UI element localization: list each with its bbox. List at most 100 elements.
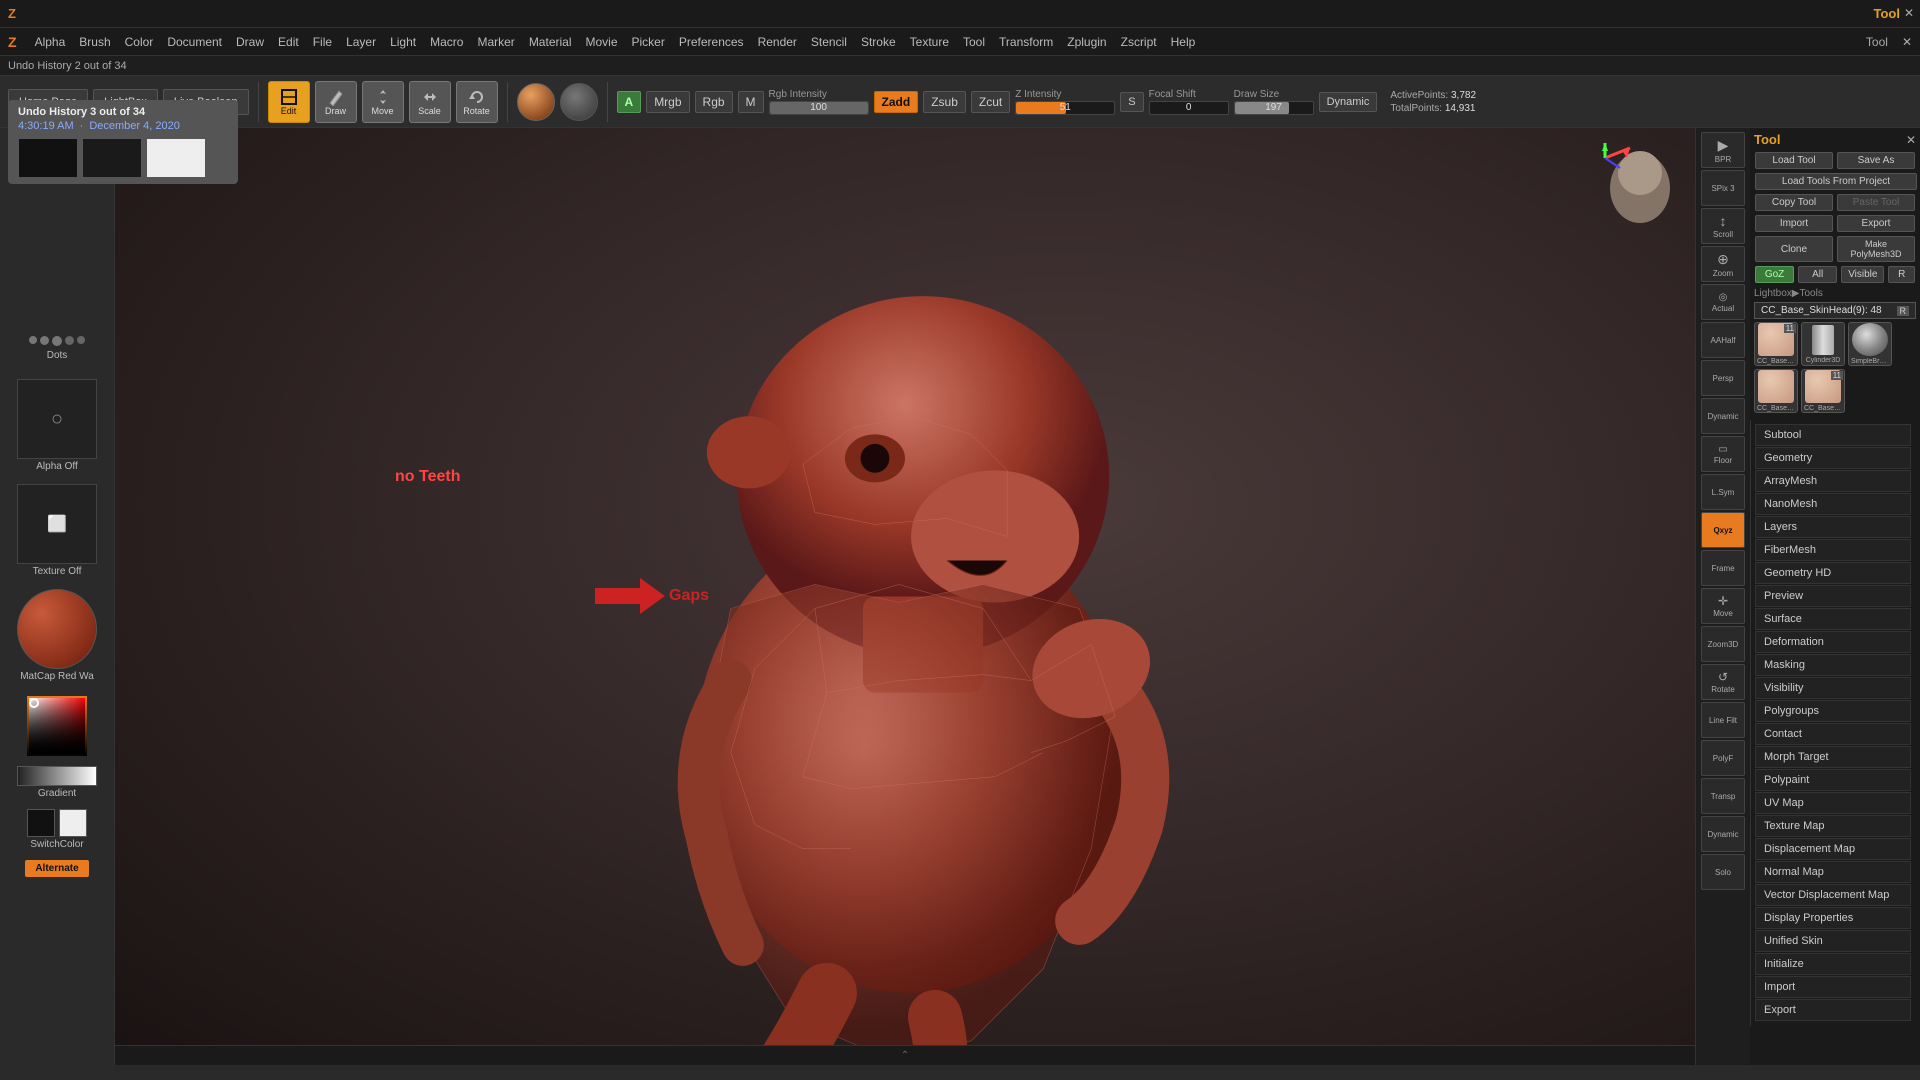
vector-displacement-btn[interactable]: Vector Displacement Map [1755,884,1911,906]
color-picker[interactable] [27,696,87,756]
polypaint-btn[interactable]: Polypaint [1755,769,1911,791]
menu-document[interactable]: Document [167,35,222,49]
make-polymesh-btn[interactable]: Make PolyMesh3D [1837,236,1915,262]
menu-draw[interactable]: Draw [236,35,264,49]
r-btn[interactable]: R [1888,266,1915,283]
actual-btn[interactable]: ◎ Actual [1701,284,1745,320]
deformation-btn[interactable]: Deformation [1755,631,1911,653]
tool-close-icon[interactable]: ✕ [1906,133,1916,147]
geometry-btn[interactable]: Geometry [1755,447,1911,469]
alternate-btn[interactable]: Alternate [25,860,88,877]
uv-map-btn[interactable]: UV Map [1755,792,1911,814]
menu-item-tool[interactable]: Tool [1874,6,1900,21]
edit-btn[interactable]: Edit [268,81,310,123]
undo-thumb-dark[interactable] [18,138,78,178]
draw-btn[interactable]: Draw [315,81,357,123]
undo-thumb-mid[interactable] [82,138,115,178]
menu-zscript[interactable]: Zscript [1121,35,1157,49]
dynamic2-btn[interactable]: Dynamic [1701,816,1745,852]
frame-btn[interactable]: Frame [1701,550,1745,586]
matcap-swatch[interactable] [17,589,97,669]
menu-render[interactable]: Render [758,35,797,49]
floor-btn[interactable]: ▭ Floor [1701,436,1745,472]
focal-shift-slider[interactable]: 0 [1149,101,1229,115]
rgb-intensity-slider[interactable]: 100 [769,101,869,115]
line-filt-btn[interactable]: Line Filt [1701,702,1745,738]
import-tool-btn[interactable]: Import [1755,976,1911,998]
move-side-btn[interactable]: ✛ Move [1701,588,1745,624]
menu-transform[interactable]: Transform [999,35,1053,49]
menu-brush[interactable]: Brush [79,35,110,49]
menu-expand-icon[interactable]: ✕ [1904,6,1914,20]
copy-tool-btn[interactable]: Copy Tool [1755,194,1833,211]
dynamic-side-btn[interactable]: Dynamic [1701,398,1745,434]
xyz-btn[interactable]: Qxyz [1701,512,1745,548]
menu-stroke[interactable]: Stroke [861,35,896,49]
menu-file[interactable]: File [313,35,332,49]
menu-preferences[interactable]: Preferences [679,35,744,49]
active-tool-display[interactable]: CC_Base_SkinHead(9): 48 R [1754,302,1916,319]
bpr-btn[interactable]: ▶ BPR [1701,132,1745,168]
import-btn[interactable]: Import [1755,215,1833,232]
unified-skin-btn[interactable]: Unified Skin [1755,930,1911,952]
transp-btn[interactable]: Transp [1701,778,1745,814]
visible-btn[interactable]: Visible [1841,266,1884,283]
window-close[interactable]: ✕ [1902,35,1912,49]
brush-dot-preview[interactable] [22,336,92,346]
mrgb-btn[interactable]: Mrgb [646,91,689,113]
switch-color-dark[interactable] [27,809,55,837]
visibility-btn[interactable]: Visibility [1755,677,1911,699]
rgb-btn[interactable]: Rgb [695,91,733,113]
zoom3d-btn[interactable]: Zoom3D [1701,626,1745,662]
nanomesh-btn[interactable]: NanoMesh [1755,493,1911,515]
menu-help[interactable]: Help [1171,35,1196,49]
menu-movie[interactable]: Movie [586,35,618,49]
rotate-side-btn[interactable]: ↺ Rotate [1701,664,1745,700]
fibermesh-btn[interactable]: FiberMesh [1755,539,1911,561]
menu-material[interactable]: Material [529,35,572,49]
move-btn[interactable]: Move [362,81,404,123]
zadd-btn[interactable]: Zadd [874,91,919,113]
surface-btn[interactable]: Surface [1755,608,1911,630]
polygroups-btn[interactable]: Polygroups [1755,700,1911,722]
tool-thumb-1[interactable]: 11 CC_Base_SkinHe [1754,322,1798,366]
texture-swatch[interactable]: ⬜ [17,484,97,564]
scale-btn[interactable]: Scale [409,81,451,123]
persp-btn[interactable]: Persp [1701,360,1745,396]
menu-tool[interactable]: Tool [963,35,985,49]
draw-size-slider[interactable]: 197 [1234,101,1314,115]
tool-thumb-2[interactable]: Cylinder3D [1801,322,1845,366]
zsub-btn[interactable]: Zsub [923,91,966,113]
z-intensity-slider[interactable]: 51 [1015,101,1115,115]
a-btn[interactable]: A [617,91,642,113]
dynamic-btn[interactable]: Dynamic [1319,92,1378,112]
load-tools-project-btn[interactable]: Load Tools From Project [1755,173,1917,190]
masking-btn[interactable]: Masking [1755,654,1911,676]
menu-marker[interactable]: Marker [477,35,514,49]
rotate-btn[interactable]: Rotate [456,81,498,123]
polyf-btn[interactable]: PolyF [1701,740,1745,776]
alpha-swatch[interactable]: ○ [17,379,97,459]
initialize-btn[interactable]: Initialize [1755,953,1911,975]
menu-macro[interactable]: Macro [430,35,463,49]
tool-thumb-5[interactable]: 11 CC_Base_SkinHe [1801,369,1845,413]
tool-thumb-3[interactable]: SimpleBrush [1848,322,1892,366]
paste-tool-btn[interactable]: Paste Tool [1837,194,1915,211]
load-tool-btn[interactable]: Load Tool [1755,152,1833,169]
s-btn[interactable]: S [1120,92,1143,112]
all-btn[interactable]: All [1798,266,1837,283]
scroll-btn[interactable]: ↕ Scroll [1701,208,1745,244]
normal-map-btn[interactable]: Normal Map [1755,861,1911,883]
menu-layer[interactable]: Layer [346,35,376,49]
save-as-btn[interactable]: Save As [1837,152,1915,169]
menu-texture[interactable]: Texture [910,35,949,49]
menu-picker[interactable]: Picker [632,35,665,49]
geometry-hd-btn[interactable]: Geometry HD [1755,562,1911,584]
zoom-btn[interactable]: ⊕ Zoom [1701,246,1745,282]
material-sphere[interactable] [517,83,555,121]
switch-color-light[interactable] [59,809,87,837]
preview-btn[interactable]: Preview [1755,585,1911,607]
gradient-bar[interactable] [17,766,97,786]
spix-btn[interactable]: SPix 3 [1701,170,1745,206]
export-tool-btn[interactable]: Export [1755,999,1911,1021]
